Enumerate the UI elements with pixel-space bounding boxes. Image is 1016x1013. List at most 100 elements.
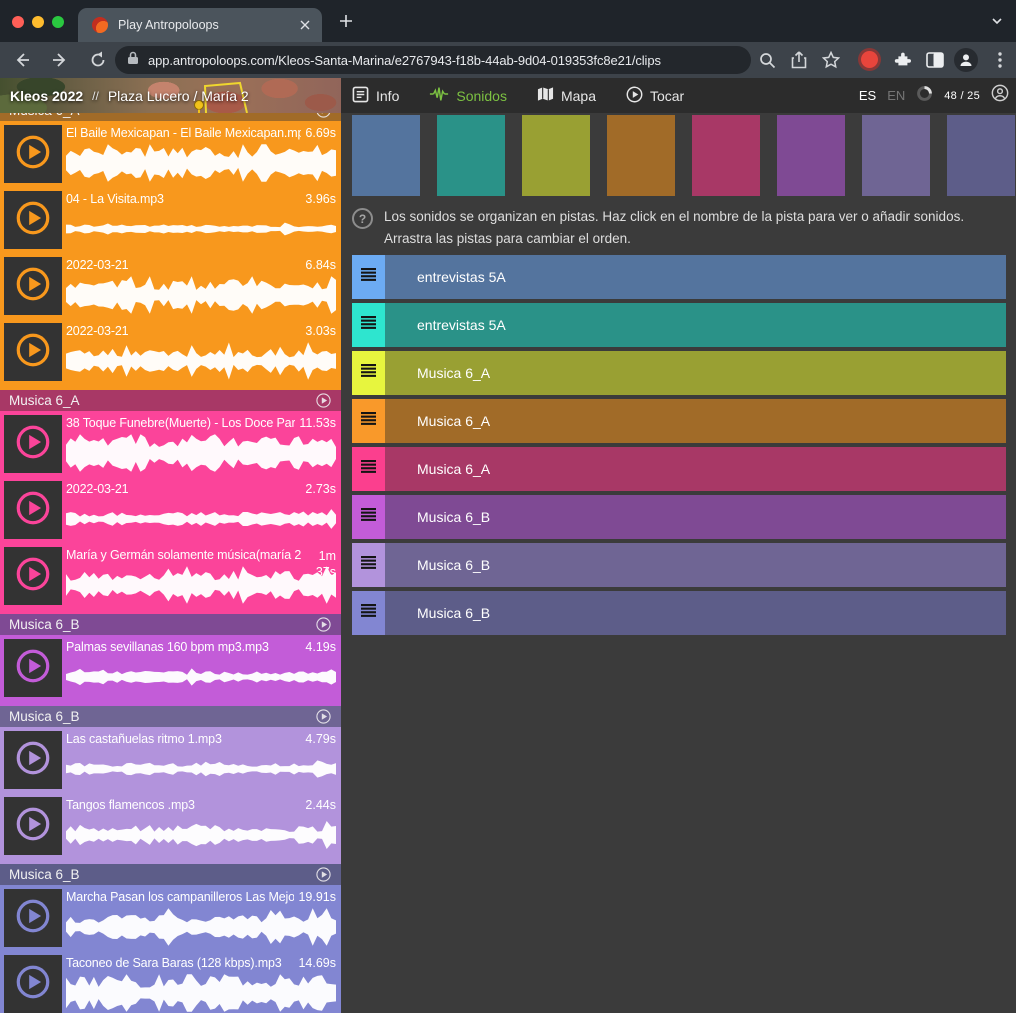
track-color-swatch[interactable] — [862, 115, 930, 196]
tab-mapa[interactable]: Mapa — [537, 86, 596, 105]
browser-menu-kebab-icon[interactable] — [990, 50, 1010, 70]
track-drag-handle[interactable] — [352, 543, 385, 587]
section-play-icon[interactable] — [315, 616, 332, 633]
track-section-header[interactable]: Musica 6_B — [0, 706, 341, 727]
bookmark-star-icon[interactable] — [821, 50, 841, 70]
track-row[interactable]: Musica 6_A — [352, 447, 1006, 491]
clip-play-button[interactable] — [4, 191, 62, 249]
track-section-header[interactable]: Musica 6_B — [0, 864, 341, 885]
audio-clip[interactable]: Taconeo de Sara Baras (128 kbps).mp314.6… — [0, 953, 341, 1013]
profile-avatar[interactable] — [954, 48, 978, 72]
clip-waveform[interactable] — [66, 658, 336, 696]
clip-waveform[interactable] — [66, 342, 336, 380]
clip-play-button[interactable] — [4, 639, 62, 697]
clip-play-button[interactable] — [4, 731, 62, 789]
track-row[interactable]: Musica 6_B — [352, 591, 1006, 635]
map-breadcrumb[interactable]: Kleos 2022 // Plaza Lucero / María 2 — [0, 78, 341, 113]
reload-button[interactable] — [88, 50, 108, 70]
track-drag-handle[interactable] — [352, 303, 385, 347]
tab-tocar[interactable]: Tocar — [626, 86, 684, 106]
browser-tab[interactable]: Play Antropoloops — [78, 8, 322, 42]
audio-clip[interactable]: 2022-03-212.73s — [0, 479, 341, 543]
clip-waveform[interactable] — [66, 974, 336, 1012]
track-color-swatch[interactable] — [352, 115, 420, 196]
clip-waveform[interactable] — [66, 210, 336, 248]
track-drag-handle[interactable] — [352, 495, 385, 539]
track-name-bar[interactable]: Musica 6_B — [385, 495, 1006, 539]
close-window-button[interactable] — [12, 16, 24, 28]
track-section-header[interactable]: Musica 6_B — [0, 614, 341, 635]
fullscreen-window-button[interactable] — [52, 16, 64, 28]
section-play-icon[interactable] — [315, 113, 332, 119]
audio-clip[interactable]: María y Germán solamente música(maría 2.… — [0, 545, 341, 609]
side-panel-icon[interactable] — [925, 50, 945, 70]
track-name-bar[interactable]: Musica 6_A — [385, 447, 1006, 491]
audio-clip[interactable]: 2022-03-213.03s — [0, 321, 341, 385]
track-drag-handle[interactable] — [352, 591, 385, 635]
track-drag-handle[interactable] — [352, 255, 385, 299]
language-es-button[interactable]: ES — [859, 88, 876, 103]
language-en-button[interactable]: EN — [887, 88, 905, 103]
track-drag-handle[interactable] — [352, 351, 385, 395]
new-tab-button[interactable] — [338, 13, 354, 34]
recording-extension-icon[interactable] — [861, 51, 878, 68]
extensions-puzzle-icon[interactable] — [892, 50, 912, 70]
track-row[interactable]: Musica 6_A — [352, 399, 1006, 443]
forward-button[interactable] — [50, 50, 70, 70]
clip-play-button[interactable] — [4, 257, 62, 315]
audio-clip[interactable]: Tangos flamencos .mp32.44s — [0, 795, 341, 859]
track-section-header[interactable]: Musica 6_A — [0, 113, 341, 121]
clip-waveform[interactable] — [66, 500, 336, 538]
share-icon[interactable] — [789, 50, 809, 70]
clip-waveform[interactable] — [66, 566, 336, 604]
clip-play-button[interactable] — [4, 415, 62, 473]
clip-waveform[interactable] — [66, 816, 336, 854]
track-row[interactable]: entrevistas 5A — [352, 303, 1006, 347]
clip-play-button[interactable] — [4, 547, 62, 605]
audio-clip[interactable]: 2022-03-216.84s — [0, 255, 341, 319]
tab-close-icon[interactable] — [300, 20, 310, 30]
track-row[interactable]: Musica 6_B — [352, 495, 1006, 539]
tab-list-chevron-icon[interactable] — [990, 14, 1004, 33]
track-name-bar[interactable]: Musica 6_A — [385, 351, 1006, 395]
track-row[interactable]: Musica 6_A — [352, 351, 1006, 395]
account-icon[interactable] — [991, 84, 1009, 107]
track-row[interactable]: Musica 6_B — [352, 543, 1006, 587]
clip-waveform[interactable] — [66, 908, 336, 946]
track-name-bar[interactable]: entrevistas 5A — [385, 255, 1006, 299]
clip-play-button[interactable] — [4, 889, 62, 947]
track-color-swatch[interactable] — [607, 115, 675, 196]
tab-info[interactable]: Info — [352, 86, 399, 106]
track-name-bar[interactable]: Musica 6_B — [385, 543, 1006, 587]
track-color-swatch[interactable] — [947, 115, 1015, 196]
audio-clip[interactable]: Las castañuelas ritmo 1.mp34.79s — [0, 729, 341, 793]
track-drag-handle[interactable] — [352, 447, 385, 491]
zoom-page-icon[interactable] — [757, 50, 777, 70]
clip-play-button[interactable] — [4, 797, 62, 855]
audio-clip[interactable]: Marcha Pasan los campanilleros Las Mejor… — [0, 887, 341, 951]
back-button[interactable] — [12, 50, 32, 70]
clip-play-button[interactable] — [4, 323, 62, 381]
audio-clip[interactable]: 04 - La Visita.mp33.96s — [0, 189, 341, 253]
clip-play-button[interactable] — [4, 955, 62, 1013]
audio-clip[interactable]: 38 Toque Funebre(Muerte) - Los Doce Par.… — [0, 413, 341, 477]
section-play-icon[interactable] — [315, 708, 332, 725]
track-section-header[interactable]: Musica 6_A — [0, 390, 341, 411]
address-bar[interactable]: app.antropoloops.com/Kleos-Santa-Marina/… — [115, 46, 751, 74]
clip-play-button[interactable] — [4, 125, 62, 183]
section-play-icon[interactable] — [315, 866, 332, 883]
track-color-swatch[interactable] — [437, 115, 505, 196]
track-drag-handle[interactable] — [352, 399, 385, 443]
audio-clip[interactable]: El Baile Mexicapan - El Baile Mexicapan.… — [0, 123, 341, 187]
audio-clip[interactable]: Palmas sevillanas 160 bpm mp3.mp34.19s — [0, 637, 341, 701]
clip-waveform[interactable] — [66, 434, 336, 472]
track-name-bar[interactable]: entrevistas 5A — [385, 303, 1006, 347]
track-color-swatch[interactable] — [522, 115, 590, 196]
section-play-icon[interactable] — [315, 392, 332, 409]
url-text[interactable]: app.antropoloops.com/Kleos-Santa-Marina/… — [148, 53, 661, 68]
clip-waveform[interactable] — [66, 276, 336, 314]
track-color-swatch[interactable] — [692, 115, 760, 196]
track-row[interactable]: entrevistas 5A — [352, 255, 1006, 299]
tab-sonidos[interactable]: Sonidos — [429, 86, 507, 105]
track-name-bar[interactable]: Musica 6_A — [385, 399, 1006, 443]
